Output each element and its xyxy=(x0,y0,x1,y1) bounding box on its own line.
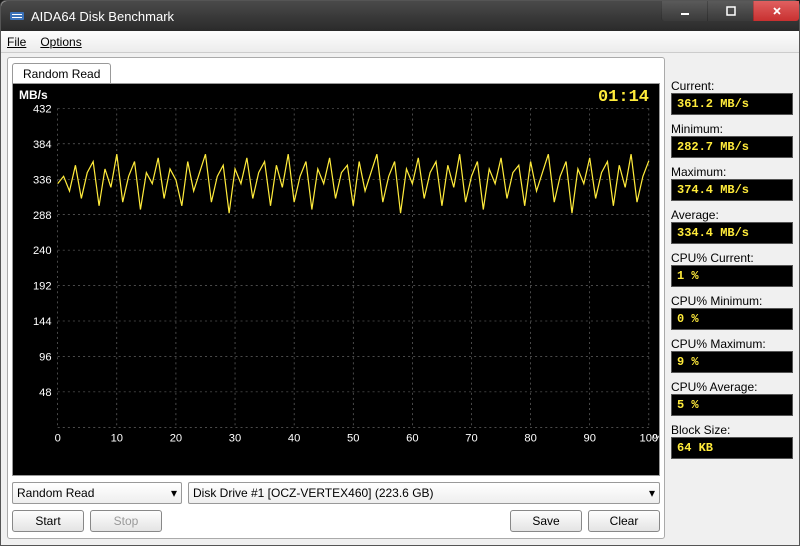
drive-select[interactable]: Disk Drive #1 [OCZ-VERTEX460] (223.6 GB)… xyxy=(188,482,660,504)
selectors-row: Random Read ▾ Disk Drive #1 [OCZ-VERTEX4… xyxy=(12,482,660,504)
spacer xyxy=(168,510,504,532)
svg-text:48: 48 xyxy=(39,387,51,399)
svg-text:96: 96 xyxy=(39,351,51,363)
mode-select-value: Random Read xyxy=(17,486,94,500)
stat-cpu-max-label: CPU% Maximum: xyxy=(671,337,793,351)
stat-cpu-avg-value: 5 % xyxy=(671,394,793,416)
svg-text:30: 30 xyxy=(229,433,241,445)
stat-min-label: Minimum: xyxy=(671,122,793,136)
svg-text:10: 10 xyxy=(111,433,123,445)
svg-text:50: 50 xyxy=(347,433,359,445)
stat-cpu-cur-value: 1 % xyxy=(671,265,793,287)
svg-text:192: 192 xyxy=(33,281,52,293)
stat-avg-label: Average: xyxy=(671,208,793,222)
drive-select-value: Disk Drive #1 [OCZ-VERTEX460] (223.6 GB) xyxy=(193,486,434,500)
chart-area: MB/s 01:14 48961441922402883363844320102… xyxy=(12,83,660,476)
svg-text:80: 80 xyxy=(524,433,536,445)
svg-text:336: 336 xyxy=(33,174,52,186)
app-icon xyxy=(9,8,25,24)
clear-button[interactable]: Clear xyxy=(588,510,660,532)
svg-text:240: 240 xyxy=(33,245,52,257)
tabs: Random Read xyxy=(12,62,660,83)
buttons-row: Start Stop Save Clear xyxy=(12,510,660,532)
svg-text:432: 432 xyxy=(33,103,52,115)
stats-panel: Current:361.2 MB/s Minimum:282.7 MB/s Ma… xyxy=(671,57,793,539)
content: Random Read MB/s 01:14 48961441922402883… xyxy=(1,53,799,545)
app-window: AIDA64 Disk Benchmark File Options Rando… xyxy=(0,0,800,546)
svg-text:40: 40 xyxy=(288,433,300,445)
window-title: AIDA64 Disk Benchmark xyxy=(31,9,174,24)
menubar: File Options xyxy=(1,31,799,53)
stat-cpu-min-value: 0 % xyxy=(671,308,793,330)
stat-current-label: Current: xyxy=(671,79,793,93)
left-panel: Random Read MB/s 01:14 48961441922402883… xyxy=(7,57,665,539)
svg-text:20: 20 xyxy=(170,433,182,445)
chevron-down-icon: ▾ xyxy=(171,486,177,500)
svg-text:%: % xyxy=(653,433,659,445)
svg-text:0: 0 xyxy=(55,433,61,445)
stop-button[interactable]: Stop xyxy=(90,510,162,532)
svg-text:60: 60 xyxy=(406,433,418,445)
stat-block-value: 64 KB xyxy=(671,437,793,459)
stat-max-value: 374.4 MB/s xyxy=(671,179,793,201)
menu-options[interactable]: Options xyxy=(40,35,81,49)
stat-min-value: 282.7 MB/s xyxy=(671,136,793,158)
svg-text:90: 90 xyxy=(584,433,596,445)
tab-random-read[interactable]: Random Read xyxy=(12,63,111,84)
svg-text:288: 288 xyxy=(33,210,52,222)
stat-cpu-cur-label: CPU% Current: xyxy=(671,251,793,265)
maximize-button[interactable] xyxy=(707,1,753,21)
minimize-button[interactable] xyxy=(661,1,707,21)
stat-block-label: Block Size: xyxy=(671,423,793,437)
titlebar[interactable]: AIDA64 Disk Benchmark xyxy=(1,1,799,31)
window-controls xyxy=(661,1,799,21)
stat-max-label: Maximum: xyxy=(671,165,793,179)
chart-plot: 48 96 144 192 240 288 336 384 432 0 10 20 30 40 50 60 70… xyxy=(13,84,659,450)
svg-text:144: 144 xyxy=(33,316,52,328)
menu-file[interactable]: File xyxy=(7,35,26,49)
save-button[interactable]: Save xyxy=(510,510,582,532)
close-button[interactable] xyxy=(753,1,799,21)
stat-cpu-avg-label: CPU% Average: xyxy=(671,380,793,394)
stat-cpu-max-value: 9 % xyxy=(671,351,793,373)
stat-avg-value: 334.4 MB/s xyxy=(671,222,793,244)
stat-cpu-min-label: CPU% Minimum: xyxy=(671,294,793,308)
chevron-down-icon: ▾ xyxy=(649,486,655,500)
start-button[interactable]: Start xyxy=(12,510,84,532)
mode-select[interactable]: Random Read ▾ xyxy=(12,482,182,504)
stat-current-value: 361.2 MB/s xyxy=(671,93,793,115)
svg-text:70: 70 xyxy=(465,433,477,445)
svg-text:384: 384 xyxy=(33,139,52,151)
